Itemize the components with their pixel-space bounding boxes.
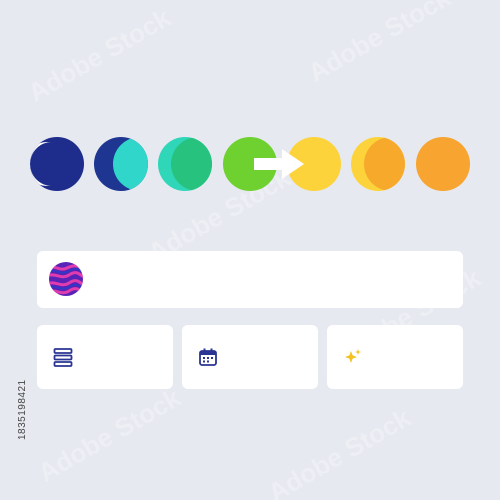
watermark: Adobe Stock <box>302 0 456 88</box>
canvas: Adobe Stock Adobe Stock Adobe Stock Adob… <box>0 0 500 500</box>
phase-circle-1 <box>30 137 84 191</box>
calendar-card[interactable] <box>182 325 318 389</box>
list-icon <box>53 347 73 367</box>
stock-id-text: 1835198421 <box>17 379 28 440</box>
phase-sequence <box>30 137 470 191</box>
stock-id: 1835198421 <box>4 300 28 440</box>
phase-circle-3 <box>158 137 212 191</box>
calendar-icon <box>198 347 218 367</box>
arrow-right-icon <box>254 149 306 179</box>
list-card[interactable] <box>37 325 173 389</box>
phase-circle-7 <box>416 137 470 191</box>
phase-circle-6 <box>351 137 405 191</box>
watermark: Adobe Stock <box>262 402 416 500</box>
phase-circle-2 <box>94 137 148 191</box>
watermark: Adobe Stock <box>32 382 186 488</box>
swirl-avatar <box>49 262 83 296</box>
sparkle-card[interactable] <box>327 325 463 389</box>
sparkle-icon <box>343 347 363 367</box>
watermark: Adobe Stock <box>22 2 176 108</box>
profile-card[interactable] <box>37 251 463 308</box>
